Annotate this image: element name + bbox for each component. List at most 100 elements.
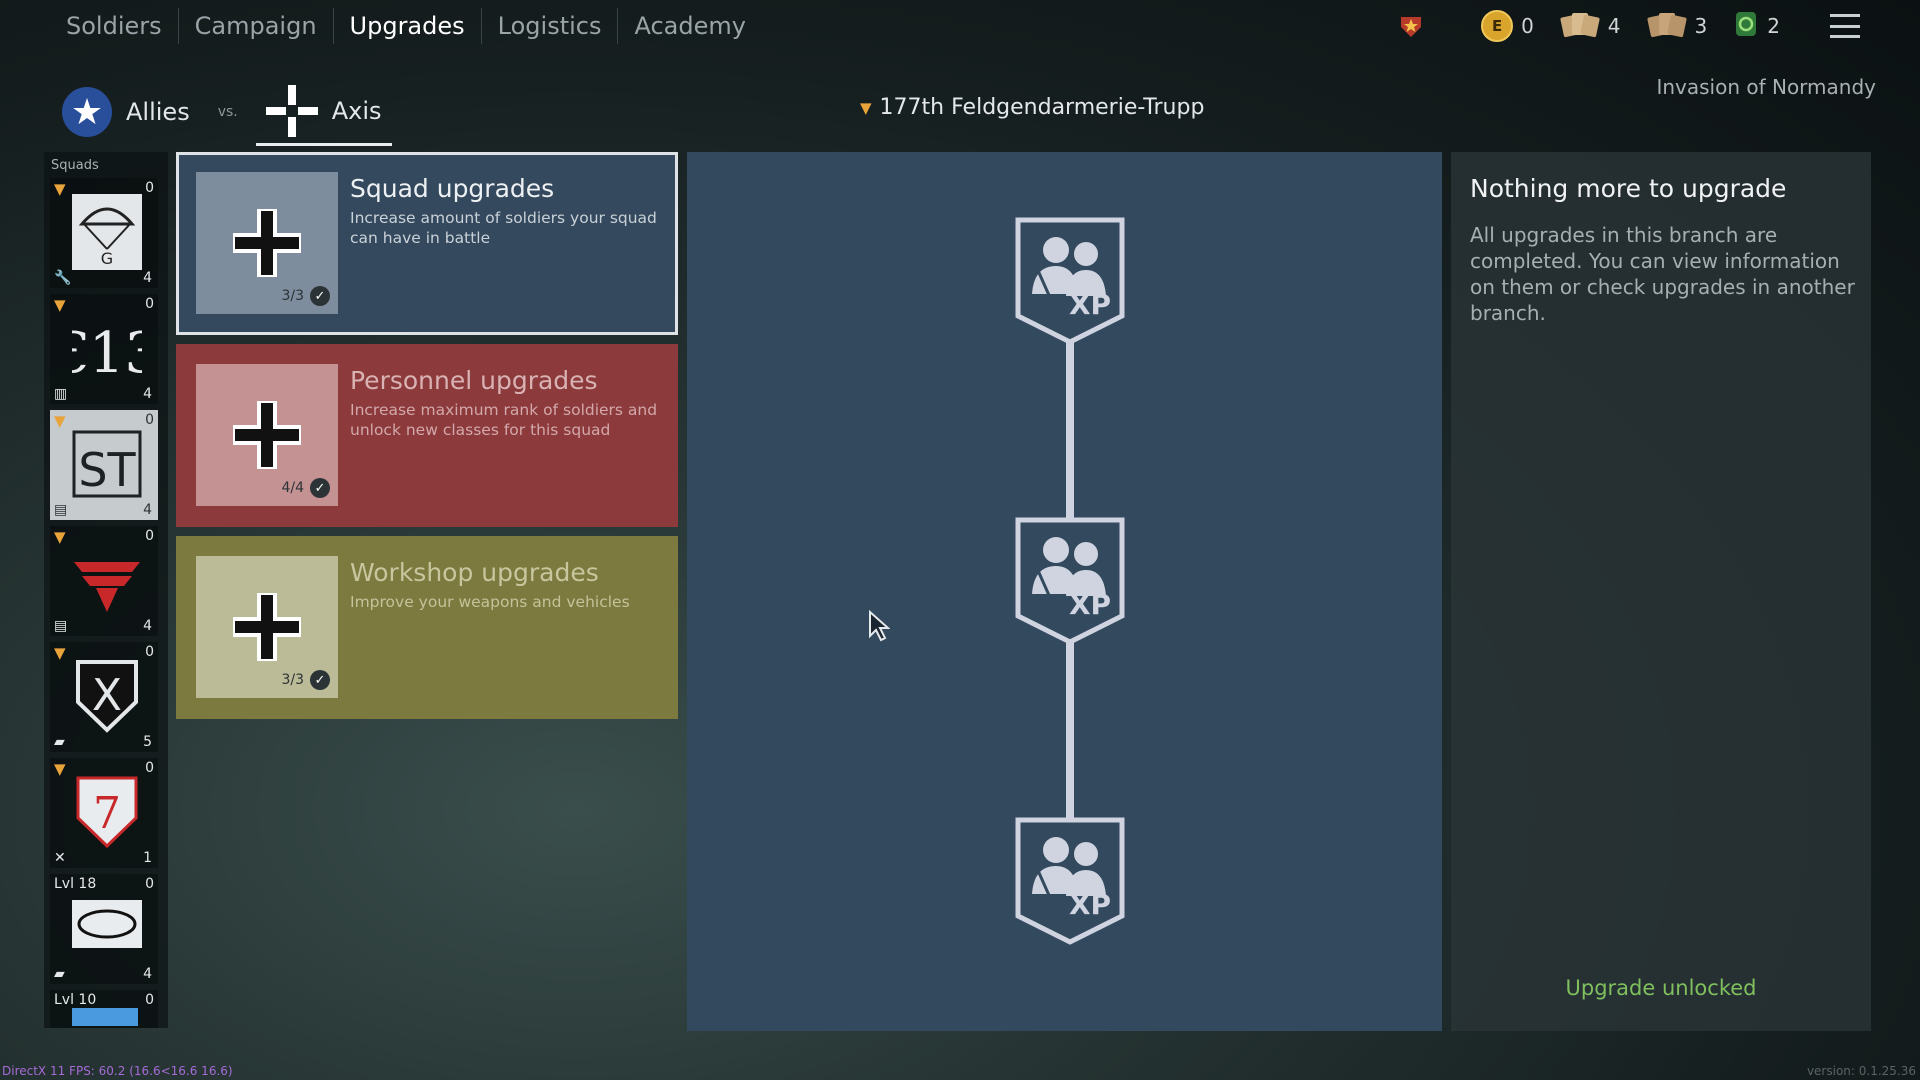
booster-icon <box>1733 10 1759 43</box>
branch-title: Squad upgrades <box>350 174 555 203</box>
squad-xp-icon: XP <box>1015 217 1125 345</box>
squad-rank-icon: ▼ <box>54 760 66 778</box>
iron-cross-icon <box>233 209 301 277</box>
version-label: version: 0.1.25.36 <box>1806 1064 1916 1078</box>
svg-text:G: G <box>101 249 113 268</box>
squad-level: Lvl 10 <box>54 992 97 1008</box>
squad-card-2[interactable]: ▼ 0 Ɛ13 ▥ 4 <box>50 294 160 404</box>
rank-badge-icon[interactable] <box>1397 12 1425 40</box>
branch-thumbnail: 3/3 ✓ <box>196 172 338 314</box>
squad-card-count: 0 <box>145 760 154 776</box>
squad-card-7[interactable]: Lvl 18 0 ▰ 4 <box>50 874 158 984</box>
campaign-name: Invasion of Normandy <box>1656 75 1876 99</box>
squad-card-3-selected[interactable]: ▼ 0 ST ▤ 4 <box>50 410 158 520</box>
coin-icon: E <box>1481 10 1514 42</box>
info-description: All upgrades in this branch are complete… <box>1470 223 1855 325</box>
radio-icon: ▤ <box>54 502 68 518</box>
paratrooper-icon: G <box>72 194 142 270</box>
tab-logistics[interactable]: Logistics <box>482 8 619 44</box>
svg-text:XP: XP <box>1069 588 1111 621</box>
blue-emblem-icon <box>72 1008 138 1026</box>
squad-rank-icon: ▼ <box>54 412 66 430</box>
squad-card-count: 0 <box>145 876 154 892</box>
currency-bar: E 0 4 3 2 <box>1397 0 1860 52</box>
branch-title: Personnel upgrades <box>350 366 598 395</box>
squad-card-count: 0 <box>145 180 154 196</box>
branch-description: Improve your weapons and vehicles <box>350 593 630 611</box>
squad-card-size: 5 <box>143 734 152 750</box>
branch-progress: 4/4 <box>281 480 304 496</box>
red-wings-emblem-icon <box>72 542 142 618</box>
squad-card-6[interactable]: ▼ 0 7 ✕ 1 <box>50 758 158 868</box>
tab-campaign[interactable]: Campaign <box>179 8 334 44</box>
branch-squad-upgrades[interactable]: 3/3 ✓ Squad upgrades Increase amount of s… <box>176 152 678 335</box>
branch-personnel-upgrades[interactable]: 4/4 ✓ Personnel upgrades Increase maximum… <box>176 344 678 527</box>
st-emblem-icon: ST <box>72 426 142 502</box>
branch-description: Increase amount of soldiers your squad c… <box>350 209 657 247</box>
tab-academy[interactable]: Academy <box>618 8 761 44</box>
squad-card-8[interactable]: Lvl 10 0 <box>50 990 158 1028</box>
branch-progress: 3/3 <box>281 672 304 688</box>
soldier-order-icon <box>1646 10 1687 43</box>
tree-connector <box>1066 640 1074 820</box>
oval-emblem-icon <box>72 896 142 952</box>
squad-card-1[interactable]: ▼ 0 G 🔧 4 <box>50 178 158 288</box>
exp-boosters[interactable]: 2 <box>1733 10 1780 43</box>
squad-card-count: 0 <box>145 528 154 544</box>
faction-axis[interactable]: Axis <box>255 79 392 146</box>
squad-rank-icon: ▼ <box>54 528 66 546</box>
squad-card-size: 4 <box>143 270 152 286</box>
tab-soldiers[interactable]: Soldiers <box>50 8 179 44</box>
squad-card-size: 1 <box>143 850 152 866</box>
weapon-orders-count: 4 <box>1607 14 1621 38</box>
menu-icon[interactable] <box>1830 14 1860 38</box>
check-icon: ✓ <box>310 478 330 498</box>
squad-title-text: 177th Feldgendarmerie-Trupp <box>879 95 1205 120</box>
upgrade-node-1[interactable]: XP <box>1012 216 1128 346</box>
squad-rank-icon: ▼ <box>54 296 66 314</box>
squad-card-5[interactable]: ▼ 0 X ▰ 5 <box>50 642 158 752</box>
tree-connector <box>1066 340 1074 520</box>
svg-text:X: X <box>92 670 122 721</box>
squad-rank-icon: ▼ <box>54 644 66 662</box>
enlisted-coins[interactable]: E 0 <box>1481 10 1534 42</box>
squad-card-size: 4 <box>143 966 152 982</box>
squad-card-count: 0 <box>145 412 154 428</box>
tank-icon: ▰ <box>54 734 65 750</box>
branch-title: Workshop upgrades <box>350 558 599 587</box>
x-shield-emblem-icon: X <box>72 658 142 734</box>
enlisted-coins-count: 0 <box>1521 14 1534 38</box>
squad-rank-icon: ▼ <box>860 98 872 117</box>
versus-label: vs. <box>217 104 238 120</box>
svg-text:Ɛ13: Ɛ13 <box>72 321 142 386</box>
tank-icon: ▰ <box>54 966 65 982</box>
squad-list[interactable]: Squads ▼0 G 🔧4 ▼0 Ɛ13 ▥4 ▼0 ST ▤4 ▼0 ▤4 … <box>44 152 168 1028</box>
squad-rank-icon: ▼ <box>54 180 66 198</box>
check-icon: ✓ <box>310 670 330 690</box>
radio-icon: ▤ <box>54 618 68 634</box>
weapon-orders[interactable]: 4 <box>1560 10 1621 43</box>
weapon-order-icon <box>1560 10 1600 43</box>
branch-description: Increase maximum rank of soldiers and un… <box>350 401 658 439</box>
faction-allies[interactable]: ★ Allies <box>52 80 200 144</box>
engineer-icon: 🔧 <box>54 270 72 286</box>
squad-level: Lvl 18 <box>54 876 97 892</box>
branch-thumbnail: 4/4 ✓ <box>196 364 338 506</box>
squad-card-size: 4 <box>143 618 152 634</box>
iron-cross-icon <box>233 401 301 469</box>
upgrade-node-2[interactable]: XP <box>1012 516 1128 646</box>
exp-boosters-count: 2 <box>1767 14 1780 38</box>
axis-cross-icon <box>265 84 318 137</box>
tab-upgrades[interactable]: Upgrades <box>334 8 482 44</box>
squad-card-4[interactable]: ▼ 0 ▤ 4 <box>50 526 158 636</box>
branch-workshop-upgrades[interactable]: 3/3 ✓ Workshop upgrades Improve your weap… <box>176 536 678 719</box>
squad-card-size: 4 <box>143 502 152 518</box>
info-title: Nothing more to upgrade <box>1470 174 1787 203</box>
svg-text:ST: ST <box>78 443 136 497</box>
upgrade-node-3[interactable]: XP <box>1012 816 1128 946</box>
soldier-orders[interactable]: 3 <box>1646 10 1707 43</box>
check-icon: ✓ <box>310 286 330 306</box>
svg-text:7: 7 <box>93 788 121 839</box>
squad-card-count: 0 <box>145 644 154 660</box>
svg-text:XP: XP <box>1069 888 1111 921</box>
